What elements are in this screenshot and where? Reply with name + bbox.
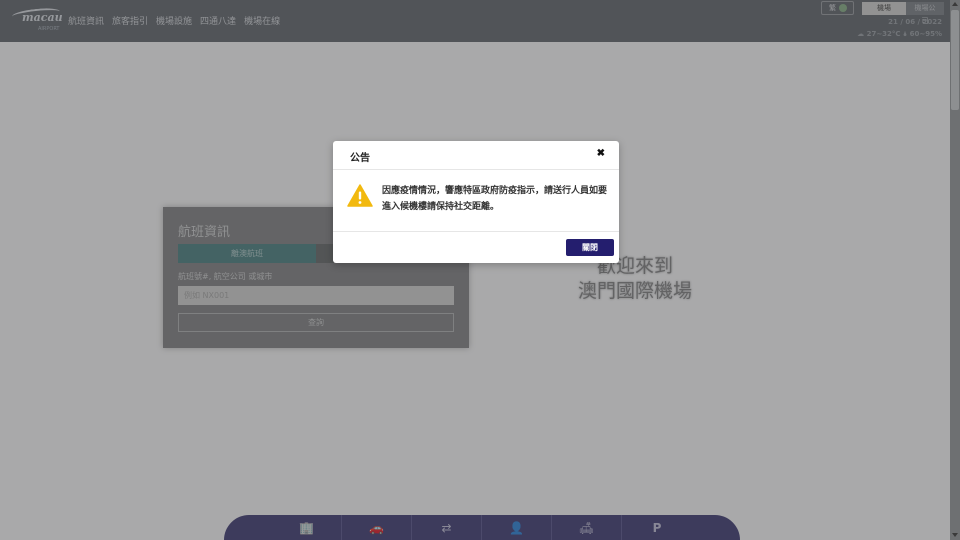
modal-backdrop[interactable]	[0, 0, 950, 540]
scroll-thumb[interactable]	[951, 10, 959, 110]
modal-footer: 關閉	[333, 232, 619, 262]
scroll-up-arrow-icon[interactable]	[952, 2, 958, 6]
page-scrollbar[interactable]	[950, 0, 960, 540]
modal-title: 公告	[350, 153, 370, 164]
announcement-message: 因應疫情情況，響應特區政府防疫指示，請送行人員如要進入候機樓請保持社交距離。	[382, 186, 608, 212]
scroll-down-arrow-icon[interactable]	[952, 533, 958, 537]
modal-close-button[interactable]: 關閉	[566, 239, 614, 256]
modal-body: 因應疫情情況，響應特區政府防疫指示，請送行人員如要進入候機樓請保持社交距離。	[333, 170, 619, 232]
warning-icon	[347, 184, 373, 207]
close-icon[interactable]: ✖	[597, 149, 605, 159]
modal-header: 公告 ✖	[333, 141, 619, 170]
announcement-modal: 公告 ✖ 因應疫情情況，響應特區政府防疫指示，請送行人員如要進入候機樓請保持社交…	[333, 141, 619, 263]
